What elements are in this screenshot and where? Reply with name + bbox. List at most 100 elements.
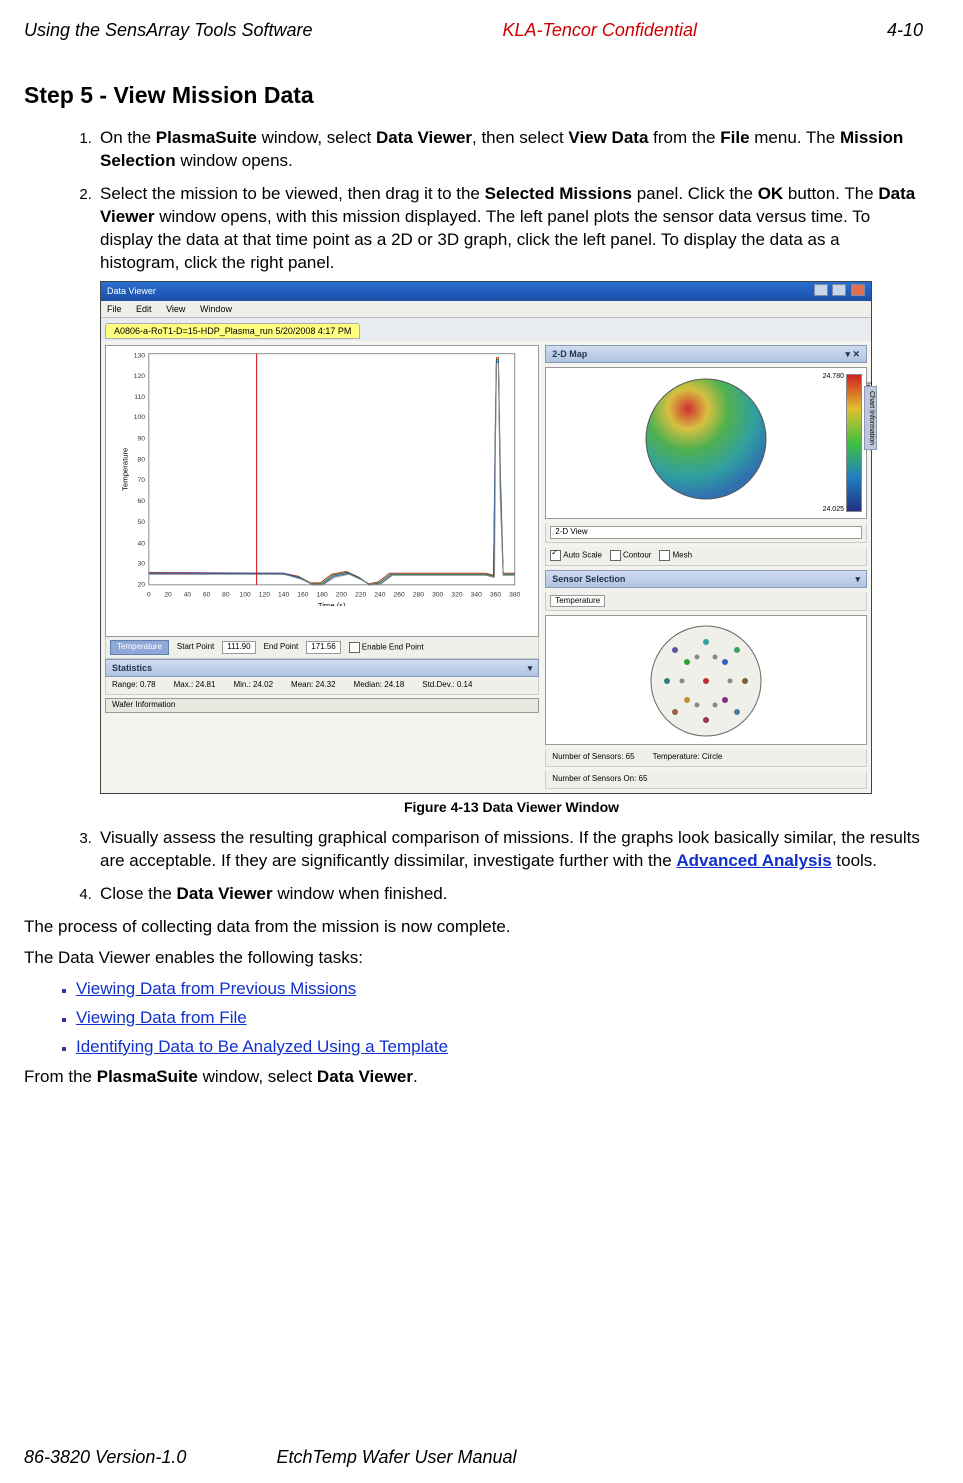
menu-view[interactable]: View xyxy=(166,304,185,314)
map-header[interactable]: 2-D Map▾ ✕ xyxy=(545,345,867,363)
menu-edit[interactable]: Edit xyxy=(136,304,152,314)
paragraph-complete: The process of collecting data from the … xyxy=(24,916,923,939)
svg-text:280: 280 xyxy=(413,592,424,599)
pin-icon[interactable]: ▾ ✕ xyxy=(845,348,860,360)
end-point-label: End Point xyxy=(264,642,299,653)
paragraph-select-viewer: From the PlasmaSuite window, select Data… xyxy=(24,1066,923,1089)
line-chart-svg: 203040 506070 8090100 110120130 02040 60… xyxy=(106,346,538,606)
svg-text:0: 0 xyxy=(147,592,151,599)
y-axis-label: Temperature xyxy=(121,448,130,491)
wafer-info-button[interactable]: Wafer Information xyxy=(105,698,539,713)
left-panel: 203040 506070 8090100 110120130 02040 60… xyxy=(105,345,539,789)
svg-text:30: 30 xyxy=(137,561,145,568)
start-point-field[interactable]: 111.90 xyxy=(222,641,255,654)
statistics-header[interactable]: Statistics▾ xyxy=(105,659,539,677)
svg-text:120: 120 xyxy=(134,373,145,380)
step-1: On the PlasmaSuite window, select Data V… xyxy=(96,127,923,173)
mission-tab[interactable]: A0806-a-RoT1-D=15-HDP_Plasma_run 5/20/20… xyxy=(105,323,360,339)
tasks-list: Viewing Data from Previous Missions View… xyxy=(24,978,923,1059)
task-item: Viewing Data from Previous Missions xyxy=(76,978,923,1001)
sensor-dropdown-row: Temperature xyxy=(545,592,867,612)
svg-text:120: 120 xyxy=(259,592,270,599)
link-template[interactable]: Identifying Data to Be Analyzed Using a … xyxy=(76,1037,448,1056)
colorbar xyxy=(846,374,862,512)
statistics-values: Range: 0.78 Max.: 24.81 Min.: 24.02 Mean… xyxy=(105,677,539,695)
x-axis-label: Time (s) xyxy=(318,601,346,606)
svg-text:80: 80 xyxy=(222,592,230,599)
advanced-analysis-link[interactable]: Advanced Analysis xyxy=(676,851,831,870)
window-buttons xyxy=(812,284,865,299)
footer-manual-title: EtchTemp Wafer User Manual xyxy=(276,1445,516,1469)
svg-text:160: 160 xyxy=(297,592,308,599)
steps-list: On the PlasmaSuite window, select Data V… xyxy=(24,127,923,905)
map-controls: 2-D View xyxy=(545,523,867,543)
sensor-stats-2: Number of Sensors On: 65 xyxy=(545,771,867,789)
2d-map[interactable]: 24.780 24.025 Temperature(°C) Chart Info… xyxy=(545,367,867,519)
sensor-selection-header[interactable]: Sensor Selection▾ xyxy=(545,570,867,588)
svg-text:180: 180 xyxy=(317,592,328,599)
svg-text:100: 100 xyxy=(134,414,145,421)
right-panel: 2-D Map▾ ✕ xyxy=(545,345,867,789)
menubar: File Edit View Window xyxy=(101,301,871,318)
maximize-icon[interactable] xyxy=(832,284,846,296)
svg-text:380: 380 xyxy=(509,592,520,599)
colorbar-max: 24.780 xyxy=(823,372,844,381)
svg-text:50: 50 xyxy=(137,519,145,526)
sensor-dropdown[interactable]: Temperature xyxy=(550,595,605,608)
link-from-file[interactable]: Viewing Data from File xyxy=(76,1008,247,1027)
window-title: Data Viewer xyxy=(107,285,156,297)
step-4: Close the Data Viewer window when finish… xyxy=(96,883,923,906)
step-3: Visually assess the resulting graphical … xyxy=(96,827,923,873)
svg-text:110: 110 xyxy=(134,394,145,401)
minimize-icon[interactable] xyxy=(814,284,828,296)
end-point-field[interactable]: 171.56 xyxy=(306,641,340,654)
svg-text:60: 60 xyxy=(137,498,145,505)
page-footer: 86-3820 Version-1.0 EtchTemp Wafer User … xyxy=(24,1445,923,1469)
header-left: Using the SensArray Tools Software xyxy=(24,18,312,42)
chart-controls: Temperature Start Point 111.90 End Point… xyxy=(105,637,539,659)
chart-info-tab[interactable]: Chart Information xyxy=(864,386,877,450)
enable-endpoint-checkbox[interactable] xyxy=(349,642,360,653)
window-titlebar: Data Viewer xyxy=(101,282,871,301)
colorbar-min: 24.025 xyxy=(823,505,844,514)
task-item: Identifying Data to Be Analyzed Using a … xyxy=(76,1036,923,1059)
sensor-stats: Number of Sensors: 65 Temperature: Circl… xyxy=(545,749,867,767)
svg-text:20: 20 xyxy=(137,582,145,589)
step-2: Select the mission to be viewed, then dr… xyxy=(96,183,923,817)
sensor-map-svg xyxy=(647,622,765,740)
svg-text:260: 260 xyxy=(394,592,405,599)
mesh-checkbox[interactable] xyxy=(659,550,670,561)
auto-scale-checkbox[interactable] xyxy=(550,550,561,561)
header-page-number: 4-10 xyxy=(887,18,923,42)
step-title: Step 5 - View Mission Data xyxy=(24,80,923,111)
figure-4-13: Data Viewer File Edit View Window A0806-… xyxy=(100,281,923,817)
menu-window[interactable]: Window xyxy=(200,304,232,314)
svg-text:60: 60 xyxy=(203,592,211,599)
svg-text:140: 140 xyxy=(278,592,289,599)
enable-endpoint-label: Enable End Point xyxy=(362,642,424,651)
map-options: Auto Scale Contour Mesh xyxy=(545,547,867,565)
contour-checkbox[interactable] xyxy=(610,550,621,561)
svg-text:220: 220 xyxy=(355,592,366,599)
measure-dropdown[interactable]: Temperature xyxy=(110,640,169,655)
footer-version: 86-3820 Version-1.0 xyxy=(24,1445,186,1469)
svg-text:70: 70 xyxy=(137,477,145,484)
header-confidential: KLA-Tencor Confidential xyxy=(503,18,697,42)
start-point-label: Start Point xyxy=(177,642,214,653)
task-item: Viewing Data from File xyxy=(76,1007,923,1030)
close-icon[interactable] xyxy=(851,284,865,296)
svg-text:100: 100 xyxy=(239,592,250,599)
sensor-map[interactable] xyxy=(545,615,867,745)
svg-text:360: 360 xyxy=(490,592,501,599)
svg-text:130: 130 xyxy=(134,353,145,360)
page-header: Using the SensArray Tools Software KLA-T… xyxy=(24,18,923,42)
wafer-map-svg xyxy=(641,374,771,504)
link-prev-missions[interactable]: Viewing Data from Previous Missions xyxy=(76,979,356,998)
menu-file[interactable]: File xyxy=(107,304,122,314)
svg-text:40: 40 xyxy=(184,592,192,599)
view-dropdown[interactable]: 2-D View xyxy=(550,526,862,539)
data-viewer-window: Data Viewer File Edit View Window A0806-… xyxy=(100,281,872,794)
collapse-icon[interactable]: ▾ xyxy=(855,573,860,585)
collapse-icon[interactable]: ▾ xyxy=(528,662,533,674)
time-series-chart[interactable]: 203040 506070 8090100 110120130 02040 60… xyxy=(105,345,539,637)
